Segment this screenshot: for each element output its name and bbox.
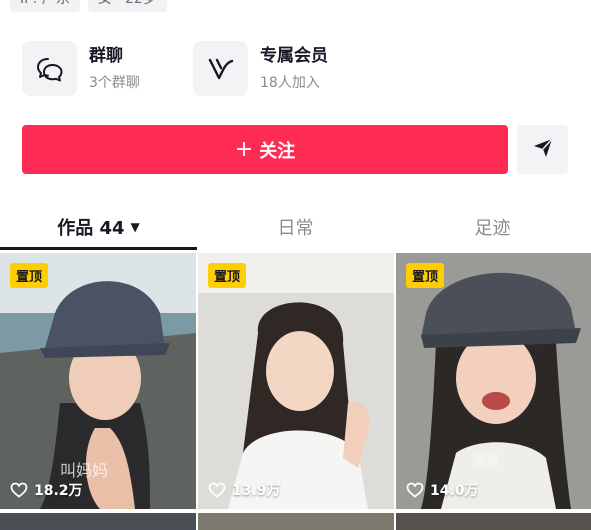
video-caption: 叫妈妈 — [60, 461, 109, 480]
pinned-badge: 置顶 — [10, 263, 49, 288]
paper-plane-icon — [532, 137, 554, 163]
follow-button[interactable]: + 关注 — [22, 125, 508, 174]
heart-icon — [208, 482, 226, 498]
profile-tabs: 作品 44 ▼ 日常 足迹 — [0, 205, 591, 249]
like-count-value: 18.2万 — [34, 483, 83, 499]
group-chat-entry[interactable]: 群聊 3个群聊 — [22, 41, 140, 96]
share-button[interactable] — [517, 125, 568, 174]
profile-tags: IP: 广东 女 · 22岁 — [10, 0, 167, 12]
gender-age-tag: 女 · 22岁 — [87, 0, 167, 12]
video-thumbnail[interactable]: 置顶 13.9万 — [198, 253, 394, 509]
vip-membership-entry[interactable]: 专属会员 18人加入 — [193, 41, 328, 96]
plus-icon: + — [234, 136, 254, 162]
video-thumbnail-next-row[interactable] — [0, 513, 196, 530]
tab-daily[interactable]: 日常 — [197, 205, 394, 249]
tab-footprints-label: 足迹 — [474, 218, 511, 239]
like-count-value: 14.0万 — [430, 483, 479, 499]
tab-works[interactable]: 作品 44 ▼ — [0, 205, 197, 249]
video-thumbnail[interactable]: 置顶 18.2万 叫妈妈 — [0, 253, 196, 509]
follow-button-label: 关注 — [259, 140, 296, 162]
like-count: 14.0万 — [406, 480, 479, 500]
video-thumbnail-next-row[interactable] — [198, 513, 394, 530]
heart-icon — [10, 482, 28, 498]
video-caption: 爸爸 — [474, 454, 501, 469]
tab-daily-label: 日常 — [277, 218, 314, 239]
caret-down-icon: ▼ — [130, 220, 140, 234]
group-chat-title: 群聊 — [89, 45, 123, 66]
video-grid: 置顶 18.2万 叫妈妈 置顶 13.9万 置顶 14.0万 爸爸 — [0, 253, 591, 530]
video-thumbnail-image — [396, 253, 591, 509]
active-tab-indicator — [0, 247, 197, 250]
heart-icon — [406, 482, 424, 498]
like-count: 18.2万 — [10, 480, 83, 500]
like-count: 13.9万 — [208, 480, 281, 500]
like-count-value: 13.9万 — [232, 483, 281, 499]
group-chat-count: 3个群聊 — [89, 74, 140, 91]
video-thumbnail-image — [198, 253, 394, 509]
vip-icon — [193, 41, 248, 96]
vip-title: 专属会员 — [260, 45, 328, 66]
ip-location-tag: IP: 广东 — [10, 0, 80, 12]
pinned-badge: 置顶 — [406, 263, 445, 288]
tab-footprints[interactable]: 足迹 — [394, 205, 591, 249]
video-thumbnail[interactable]: 置顶 14.0万 爸爸 — [396, 253, 591, 509]
pinned-badge: 置顶 — [208, 263, 247, 288]
vip-member-count: 18人加入 — [260, 74, 320, 91]
tab-works-label: 作品 44 — [57, 218, 125, 239]
group-chat-icon — [22, 41, 77, 96]
video-thumbnail-next-row[interactable] — [396, 513, 591, 530]
